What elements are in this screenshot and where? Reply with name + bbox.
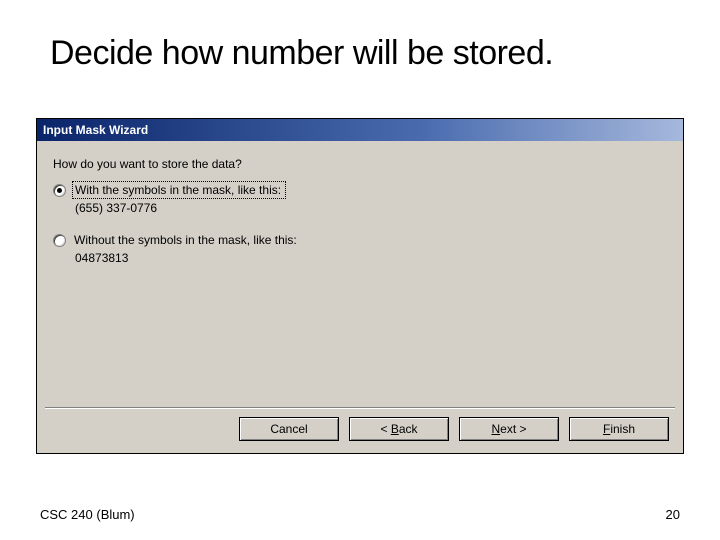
button-divider xyxy=(45,407,675,409)
finish-button[interactable]: Finish xyxy=(569,417,669,441)
dialog-title: Input Mask Wizard xyxy=(43,123,148,137)
dialog-button-row: Cancel < Back Next > Finish xyxy=(239,417,669,441)
back-button[interactable]: < Back xyxy=(349,417,449,441)
wizard-question: How do you want to store the data? xyxy=(53,157,667,171)
radio-icon[interactable] xyxy=(53,234,66,247)
slide-title: Decide how number will be stored. xyxy=(50,34,553,73)
slide-footer-left: CSC 240 (Blum) xyxy=(40,507,135,522)
dialog-content: How do you want to store the data? With … xyxy=(37,141,683,265)
option-label: With the symbols in the mask, like this: xyxy=(72,181,286,199)
radio-option-with-symbols[interactable]: With the symbols in the mask, like this: xyxy=(53,183,667,197)
dialog-titlebar: Input Mask Wizard xyxy=(37,119,683,141)
radio-option-without-symbols[interactable]: Without the symbols in the mask, like th… xyxy=(53,233,667,247)
wizard-dialog: Input Mask Wizard How do you want to sto… xyxy=(36,118,684,454)
option-label: Without the symbols in the mask, like th… xyxy=(74,233,667,247)
option-example: (655) 337-0776 xyxy=(75,201,667,215)
option-example: 04873813 xyxy=(75,251,667,265)
radio-icon[interactable] xyxy=(53,184,66,197)
slide-footer-right: 20 xyxy=(666,507,680,522)
next-button[interactable]: Next > xyxy=(459,417,559,441)
cancel-button[interactable]: Cancel xyxy=(239,417,339,441)
